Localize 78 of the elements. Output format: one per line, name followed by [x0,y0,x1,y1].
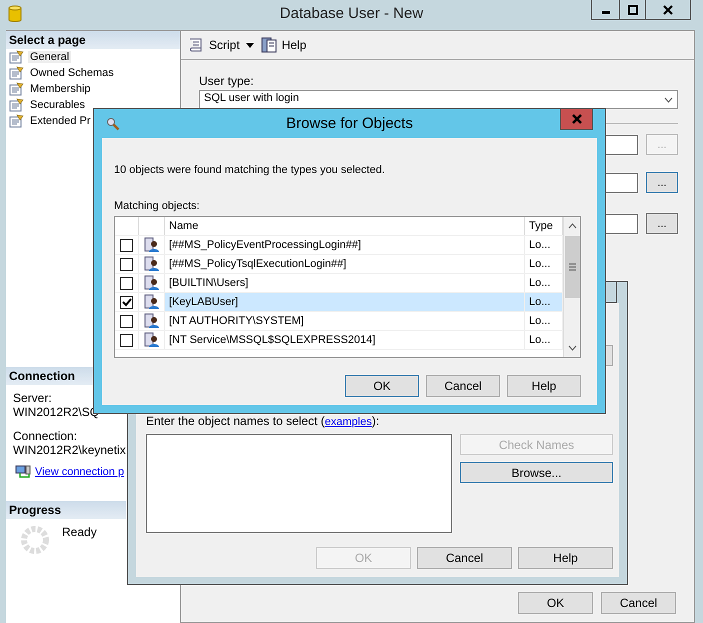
page-icon [9,66,25,80]
database-icon [8,5,22,23]
checkbox[interactable] [120,314,133,328]
page-icon [9,82,25,96]
pane-header: Progress [6,501,126,519]
field-label: User type: [199,74,255,88]
grip-icon [568,263,576,271]
page-icon [9,50,25,64]
name-cell: [BUILTIN\Users] [165,274,525,292]
browse-button[interactable]: ... [646,172,678,193]
toolbar-button[interactable]: Script [187,36,240,54]
nav-item[interactable]: General [28,51,72,63]
chevron-down-icon [664,97,673,103]
message-text: 10 objects were found matching the types you selected. [114,164,386,176]
dialog-button[interactable]: Cancel [601,592,676,614]
name-cell: [##MS_PolicyTsqlExecutionLogin##] [165,255,525,273]
page-icon [9,114,25,128]
user-icon [144,294,160,310]
dialog-button[interactable]: OK [345,375,419,397]
name-cell: [NT AUTHORITY\SYSTEM] [165,312,525,330]
list-row[interactable]: [##MS_PolicyTsqlExecutionLogin##] Lo... [115,255,563,274]
dialog-button[interactable]: Browse... [460,462,613,483]
list-row[interactable]: [BUILTIN\Users] Lo... [115,274,563,293]
list-row[interactable]: [NT Service\MSSQL$SQLEXPRESS2014] Lo... [115,331,563,350]
dialog-button[interactable]: Help [507,375,581,397]
book-icon [260,36,278,54]
checkbox[interactable] [120,334,133,346]
browse-button[interactable]: ... [646,213,678,234]
dialog-title: Browse for Objects [286,115,413,132]
nav-item[interactable]: Membership [28,83,93,95]
window-title: Database User - New [280,5,424,22]
dropdown[interactable]: SQL user with login [199,90,678,109]
dialog-button[interactable]: Cancel [417,547,512,569]
maximize-icon [628,4,638,14]
info-value: WIN2012R2\SQ [12,405,100,419]
user-icon [144,313,160,329]
dialog-button[interactable]: Help [518,547,613,569]
pane-header: Select a page [6,31,180,49]
network-icon [15,465,31,479]
nav-item[interactable]: Securables [28,99,88,111]
user-icon [144,237,160,253]
minimize-icon [602,11,610,14]
info-label: Server: [12,391,53,405]
nav-item[interactable]: Extended Pr [28,115,93,127]
checkbox[interactable] [120,296,133,308]
field-label: Matching objects: [114,200,201,212]
object-list[interactable]: Name Type [##MS_PolicyEventProcessingLogin##] Lo... [##MS_PolicyTsqlExecutionLogin##] Lo... [BUILTIN\Users] Lo... [KeyLABUser] Lo... [NT AUTHORITY\SYSTEM] Lo... [NT Service\MSSQL$SQLEXPRESS2014] Lo... [114,216,581,358]
info-label: Connection: [12,429,78,443]
nav-item[interactable]: Owned Schemas [28,67,116,79]
examples-link[interactable]: examples [324,416,372,428]
search-icon [106,116,120,130]
link[interactable]: View connection p [35,466,124,478]
spinner-icon [20,525,50,555]
list-row[interactable]: [NT AUTHORITY\SYSTEM] Lo... [115,312,563,331]
name-cell: [##MS_PolicyEventProcessingLogin##] [165,236,525,254]
close-icon [570,113,582,125]
list-row[interactable]: [##MS_PolicyEventProcessingLogin##] Lo... [115,236,563,255]
name-cell: [KeyLABUser] [165,293,525,311]
user-icon [144,275,160,291]
info-value: WIN2012R2\keynetix [12,443,127,457]
object-names-field[interactable] [146,434,452,533]
list-row[interactable]: [KeyLABUser] Lo... [115,293,563,312]
close-icon [663,4,673,14]
dialog-button[interactable]: Cancel [426,375,500,397]
toolbar-button[interactable]: Help [260,36,306,54]
checkbox[interactable] [120,238,133,252]
dialog-button[interactable]: OK [518,592,593,614]
checkbox[interactable] [120,258,133,270]
caret-icon[interactable] [246,42,254,48]
scrollbar[interactable] [563,217,580,357]
checkbox[interactable] [120,276,133,290]
user-icon [144,256,160,272]
status-text: Ready [62,525,97,541]
checkmark-icon [122,298,132,306]
user-icon [144,332,160,348]
page-icon [9,98,25,112]
name-cell: [NT Service\MSSQL$SQLEXPRESS2014] [165,331,525,349]
prompt-text: Enter the object names to select (examples): [146,414,380,428]
